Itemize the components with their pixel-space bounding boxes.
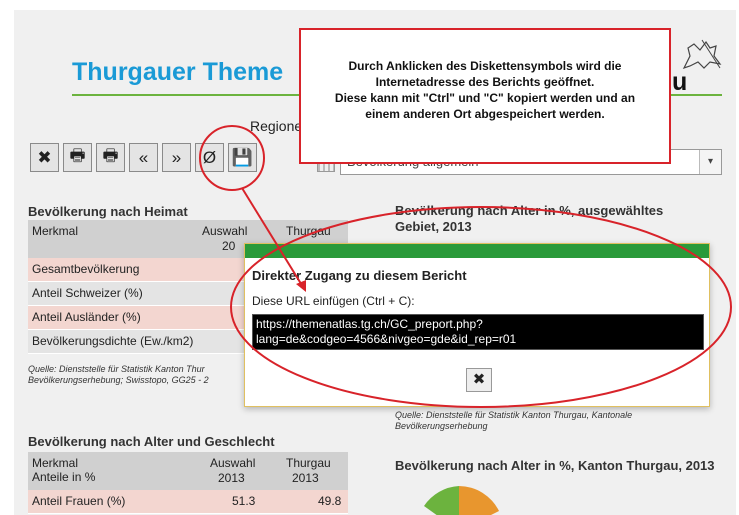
row-auswahl-value: 51.3	[232, 494, 256, 508]
alter-gebiet-source: Quelle: Dienststelle für Statistik Kanto…	[395, 410, 632, 432]
alter-gebiet-title: Bevölkerung nach Alter in %, ausgewählte…	[395, 203, 663, 235]
alter-gebiet-title-line1: Bevölkerung nach Alter in %, ausgewählte…	[395, 203, 664, 218]
dialog-title-bar	[245, 244, 709, 258]
col-auswahl: Auswahl	[202, 224, 248, 238]
dialog-title: Direkter Zugang zu diesem Bericht	[252, 268, 467, 283]
instruction-callout: Durch Anklicken des Diskettensymbols wir…	[299, 28, 671, 164]
printer-icon: 🖶	[69, 146, 86, 165]
row-label: Anteil Frauen (%)	[32, 494, 126, 508]
print-button[interactable]: 🖶	[63, 143, 92, 172]
thurgau-lion-icon	[682, 39, 722, 70]
next-button[interactable]: »	[162, 143, 191, 172]
previous-button[interactable]: «	[129, 143, 158, 172]
chevron-down-icon[interactable]: ▾	[699, 150, 721, 174]
alter-kanton-title: Bevölkerung nach Alter in %, Kanton Thur…	[395, 458, 715, 473]
callout-line1: Durch Anklicken des Diskettensymbols wir…	[348, 59, 622, 73]
alter-gebiet-source-line1: Quelle: Dienststelle für Statistik Kanto…	[395, 410, 633, 420]
pie-slice	[424, 486, 459, 515]
alter-geschlecht-table: Merkmal Anteile in % Auswahl 2013 Thurga…	[28, 452, 348, 514]
region-label: Regione	[250, 118, 303, 134]
double-right-icon: »	[171, 147, 182, 167]
callout-line3: Diese kann mit "Ctrl" und "C" kopiert we…	[334, 91, 636, 105]
dialog-close-button[interactable]: ✖	[466, 368, 492, 392]
col-thurgau-year: 2013	[292, 471, 319, 485]
col-auswahl-year: 2013	[218, 471, 245, 485]
clear-selection-button[interactable]: Ø	[195, 143, 224, 172]
direct-link-dialog: Direkter Zugang zu diesem Bericht Diese …	[244, 243, 710, 407]
heimat-source-line2: Bevölkerungserhebung; Swisstopo, GG25 - …	[28, 375, 209, 385]
report-page: Thurgauer Theme u Regione ✖ 🖶 🖶 « » Ø 💾 …	[14, 10, 736, 515]
url-field-label: Diese URL einfügen (Ctrl + C):	[252, 294, 415, 308]
print-all-button[interactable]: 🖶	[96, 143, 125, 172]
col-merkmal: Merkmal	[32, 224, 79, 238]
heimat-source: Quelle: Dienststelle für Statistik Kanto…	[28, 364, 209, 386]
age-pie-chart	[424, 486, 499, 515]
callout-line2: Internetadresse des Berichts geöffnet.	[375, 75, 595, 89]
close-report-button[interactable]: ✖	[30, 143, 59, 172]
row-thurgau-value: 49.8	[318, 494, 342, 508]
heimat-source-line1: Quelle: Dienststelle für Statistik Kanto…	[28, 364, 205, 374]
empty-set-icon: Ø	[202, 147, 217, 167]
report-toolbar: ✖ 🖶 🖶 « » Ø 💾	[30, 143, 257, 177]
printer-alt-icon: 🖶	[102, 146, 119, 165]
col-auswahl: Auswahl	[210, 456, 256, 470]
alter-gebiet-title-line2: Gebiet, 2013	[395, 219, 472, 234]
col-thurgau: Thurgau	[286, 456, 331, 470]
report-url-field[interactable]: https://themenatlas.tg.ch/GC_preport.php…	[252, 314, 704, 350]
page-title-tail: u	[672, 68, 688, 96]
save-url-button[interactable]: 💾	[228, 143, 257, 172]
heimat-section-title: Bevölkerung nach Heimat	[28, 204, 188, 219]
page-title: Thurgauer Theme	[72, 58, 284, 86]
alter-geschlecht-title: Bevölkerung nach Alter und Geschlecht	[28, 434, 275, 449]
col-auswahl-year: 20	[222, 239, 236, 253]
double-left-icon: «	[138, 147, 149, 167]
table-row: Anteil Frauen (%) 51.3 49.8	[28, 490, 348, 514]
alter-geschlecht-header: Merkmal Anteile in % Auswahl 2013 Thurga…	[28, 452, 348, 490]
callout-line4: einem anderen Ort abgespeichert werden.	[365, 107, 605, 121]
col-thurgau: Thurgau	[286, 224, 331, 238]
pie-slice	[459, 486, 499, 515]
alter-gebiet-source-line2: Bevölkerungserhebung	[395, 421, 488, 431]
floppy-disk-icon: 💾	[231, 147, 254, 167]
close-x-icon: ✖	[472, 371, 486, 388]
close-x-icon: ✖	[37, 147, 52, 167]
